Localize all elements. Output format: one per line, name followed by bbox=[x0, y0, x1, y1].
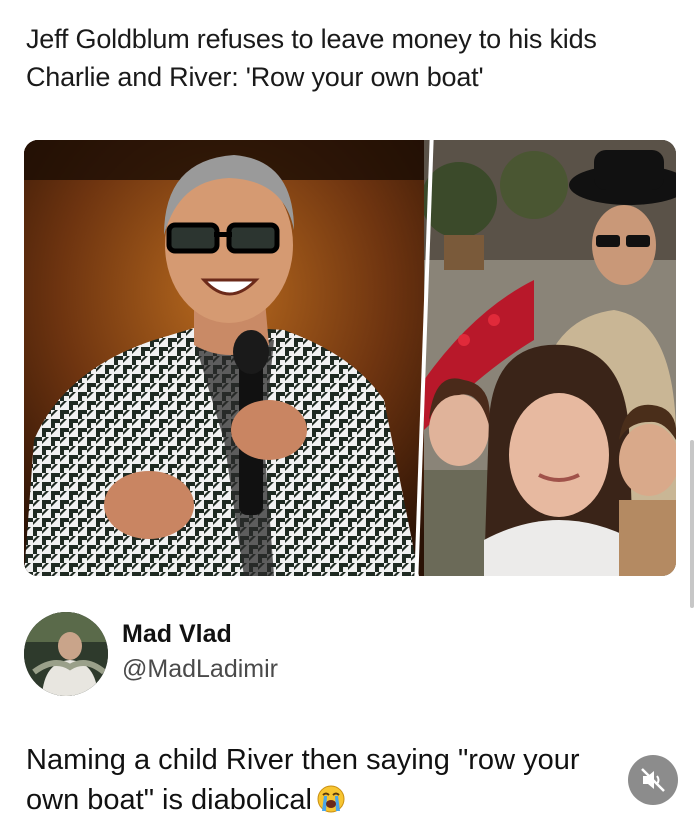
tweet-handle[interactable]: @MadLadimir bbox=[122, 655, 278, 684]
loudly-crying-face-icon bbox=[317, 785, 345, 813]
photo-family-selfie bbox=[424, 140, 676, 576]
scrollbar[interactable] bbox=[690, 440, 694, 608]
tweet-text-content: Naming a child River then saying "row yo… bbox=[26, 744, 580, 816]
speaker-muted-icon bbox=[641, 768, 665, 792]
tweet-display-name[interactable]: Mad Vlad bbox=[122, 620, 232, 649]
mute-button[interactable] bbox=[628, 755, 678, 805]
avatar[interactable] bbox=[24, 612, 108, 696]
post-photo-collage[interactable] bbox=[24, 140, 676, 576]
post-headline: Jeff Goldblum refuses to leave money to … bbox=[26, 24, 597, 92]
photo-man-with-microphone bbox=[24, 140, 424, 576]
tweet-text: Naming a child River then saying "row yo… bbox=[26, 740, 636, 820]
